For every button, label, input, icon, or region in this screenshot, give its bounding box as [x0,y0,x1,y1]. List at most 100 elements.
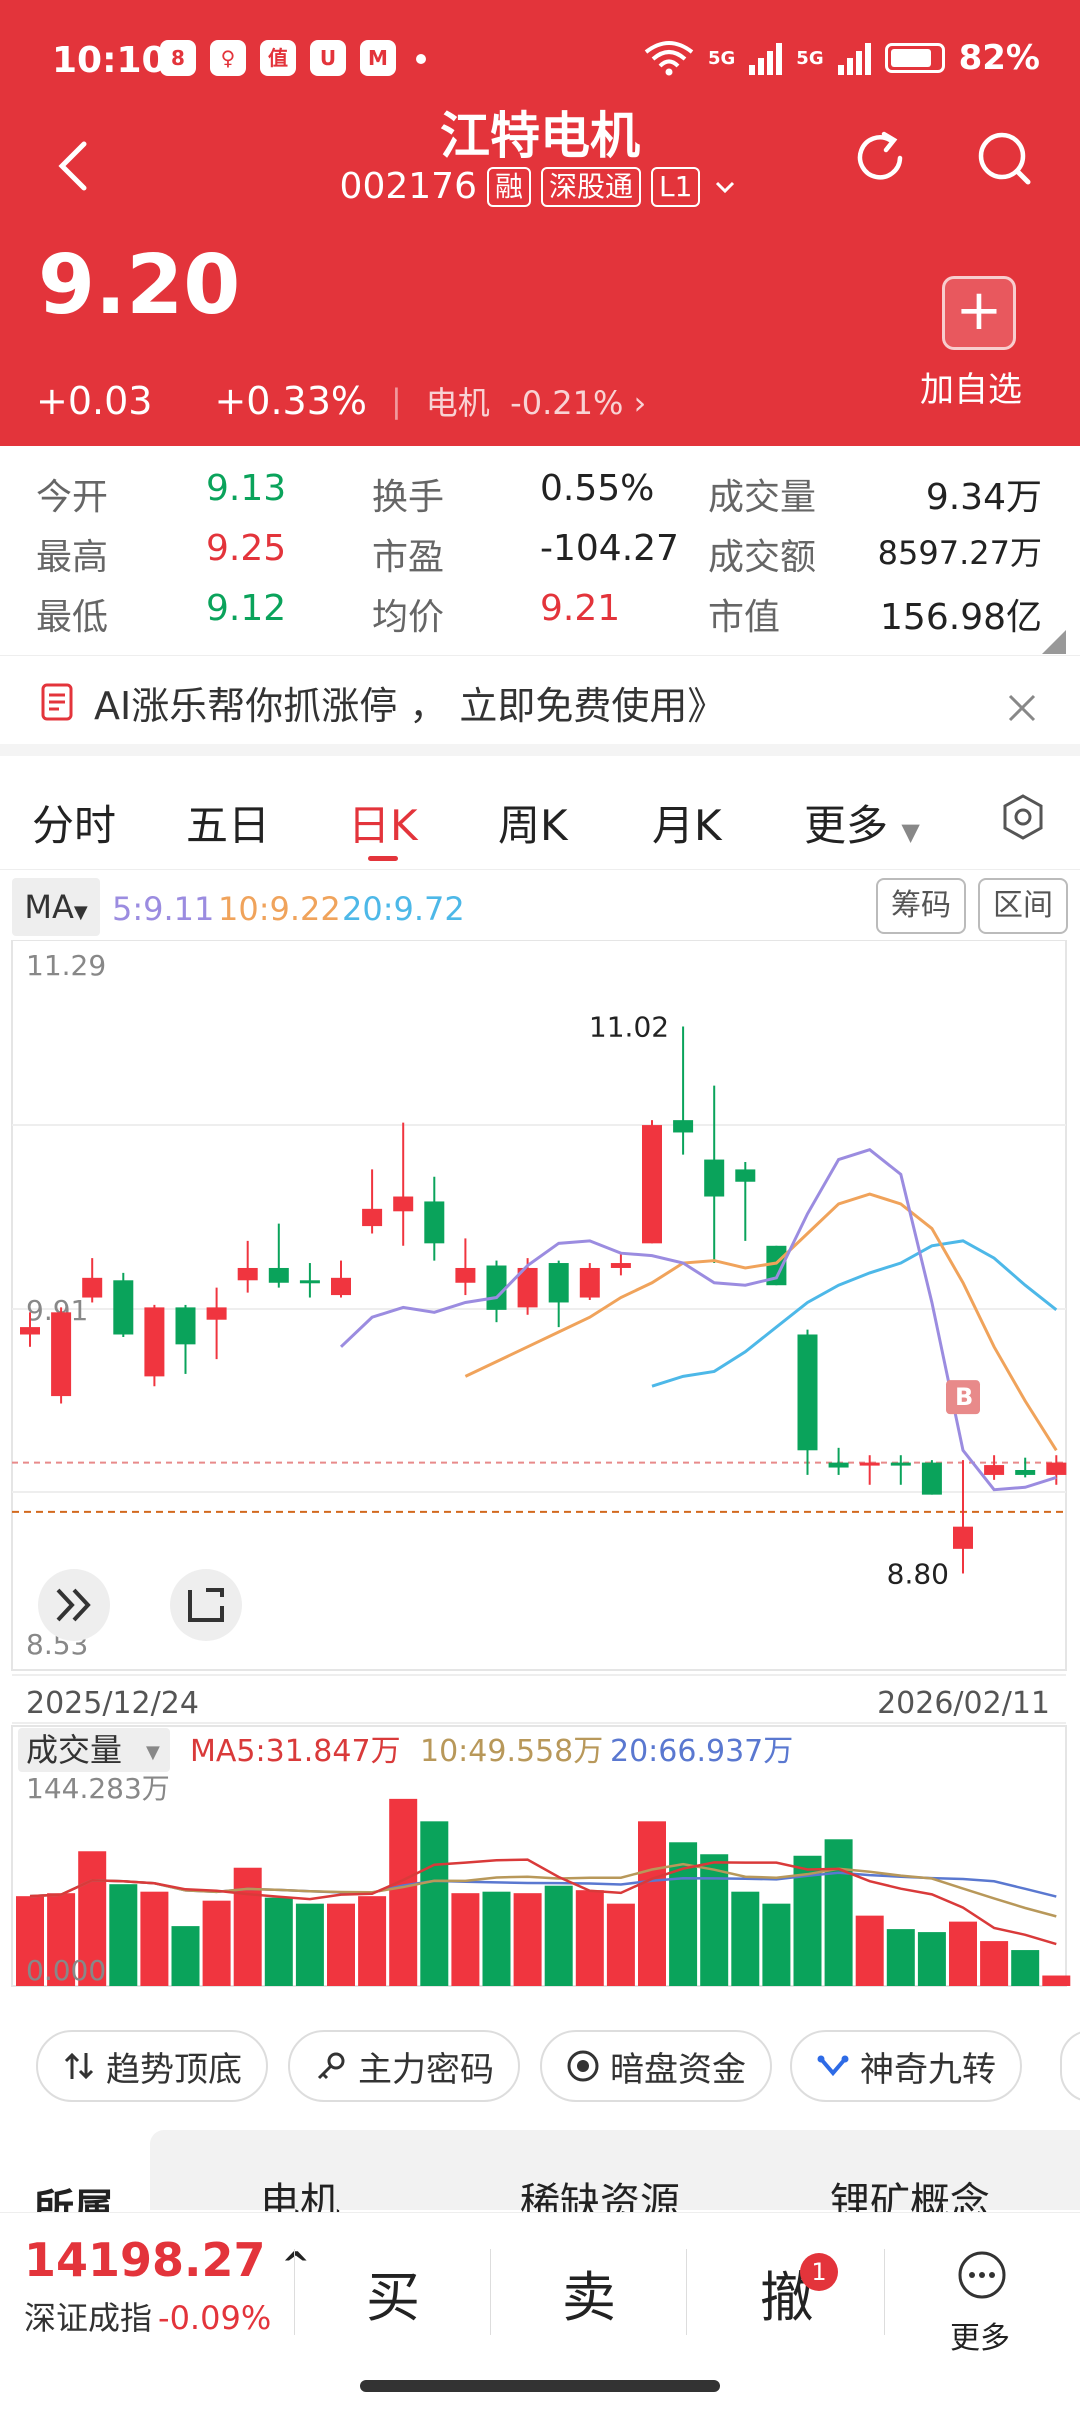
indicator-label: 主力密码 [358,2049,494,2090]
refresh-icon[interactable] [848,126,912,190]
expand-corner-icon[interactable] [1042,630,1066,654]
candle-body [984,1465,1005,1475]
close-icon[interactable] [1000,686,1044,730]
stock-code-row[interactable]: 002176 融 深股通 L1 [0,166,1080,207]
current-price: 9.20 [38,238,241,333]
candle-body [486,1265,507,1310]
low-value: 9.12 [206,588,287,629]
candle-body [610,1263,631,1268]
sell-button[interactable]: 卖 [562,2253,616,2332]
divider: | [391,382,402,420]
turnover-label: 换手 [372,477,445,518]
range-button[interactable]: 区间 [978,878,1068,934]
ai-promo-banner[interactable]: AI涨乐帮你抓涨停 ， 立即免费使用》 [0,660,1080,756]
more-indicators-button[interactable] [1060,2030,1080,2102]
fullscreen-button[interactable] [170,1569,242,1641]
app-icon: M [360,40,396,76]
tab-intraday[interactable]: 分时 [32,792,116,853]
volume-bar [606,1903,635,1986]
main-force-code-button[interactable]: 主力密码 [288,2030,520,2102]
ma20-line [651,1239,1058,1388]
settings-icon[interactable] [998,792,1048,842]
volume-bar [949,1921,977,1986]
dark-pool-button[interactable]: 暗盘资金 [540,2030,772,2102]
trend-top-bottom-button[interactable]: 趋势顶底 [36,2030,268,2102]
divider [490,2249,491,2335]
candle-body [331,1277,351,1296]
tab-more[interactable]: 更多 ▼ [804,792,920,853]
quote-table[interactable]: 今开 9.13 最高 9.25 最低 9.12 换手 0.55% 市盈 -104… [0,446,1080,656]
index-name: 深证成指 [24,2299,153,2337]
add-watchlist-button[interactable]: + [942,276,1016,350]
index-value-group[interactable]: 14198.27 ^ [24,2233,310,2287]
status-time: 10:10 [52,40,167,81]
max-price-label: 11.02 [589,1011,669,1044]
app-icon: U [310,40,346,76]
amount-value: 8597.27万 [877,534,1042,572]
more-icon[interactable] [956,2249,1008,2301]
vol-ma20-label: 20:66.937万 [610,1734,793,1769]
key-icon [317,2052,345,2080]
volume-bars [16,1798,1071,1986]
volume-bar [264,1897,293,1986]
document-icon [41,683,73,721]
ai-promo-text: AI涨乐帮你抓涨停 ， 立即免费使用》 [94,683,726,728]
candle-body [735,1169,756,1182]
price-change: +0.03 [36,379,153,423]
more-label[interactable]: 更多 [950,2313,1010,2357]
tab-five-day[interactable]: 五日 [186,792,270,853]
network-label: 5G [796,47,824,69]
volume-bar [855,1915,884,1986]
search-icon[interactable] [972,126,1036,190]
min-price-label: 8.80 [887,1557,949,1590]
volume-bar [575,1890,604,1986]
add-watchlist-label[interactable]: 加自选 [920,362,1022,411]
volume-label: 成交量 [708,477,817,518]
volume-bar [980,1941,1009,1986]
app-icon: 8 [160,40,196,76]
chip-button[interactable]: 筹码 [876,878,966,934]
expand-icon: ^ [281,2245,311,2285]
ma-legend: MA▼ 5:9.11 10:9.22 20:9.72 筹码 区间 [12,878,1080,938]
open-value: 9.13 [206,468,287,509]
ma5-line [339,1148,1057,1492]
ma-selector[interactable]: MA▼ [12,878,100,936]
divider [294,2249,295,2335]
tab-daily-k[interactable]: 日K [348,792,418,853]
high-value: 9.25 [206,528,287,569]
tab-monthly-k[interactable]: 月K [652,792,722,853]
amount-label: 成交额 [708,537,817,578]
volume-bar [762,1903,791,1986]
candle-body [144,1307,165,1377]
buy-button[interactable]: 买 [366,2253,420,2332]
bottom-action-bar: 14198.27 ^ 深证成指 -0.09% 买 卖 撤 1 更多 [0,2212,1080,2372]
tab-weekly-k[interactable]: 周K [498,792,568,853]
wifi-icon [644,41,694,76]
app-icon: ♀ [210,40,246,76]
signal-icon [749,41,783,75]
ma20-value: 20:9.72 [342,890,465,928]
buy-marker[interactable]: B [946,1380,980,1415]
volume-bar [513,1893,542,1986]
divider [686,2249,687,2335]
volume-bar [482,1891,511,1986]
candle-body [82,1277,103,1298]
sector-link[interactable]: 电机 -0.21% › [426,378,647,424]
avg-value: 9.21 [540,588,621,629]
network-label: 5G [707,47,736,69]
candle-body [268,1267,289,1283]
pe-label: 市盈 [372,537,445,578]
stock-header: 10:10 8 ♀ 值 U M 5G 5G 82% 江特电机 002176 融 … [0,0,1080,446]
index-name-row: 深证成指 -0.09% [24,2293,271,2339]
date-start-label: 2025/12/24 [26,1686,199,1721]
magic-nine-button[interactable]: 神奇九转 [790,2030,1022,2102]
index-value: 14198.27 [24,2233,266,2287]
volume-bar [638,1821,666,1986]
tab-more-label: 更多 [804,801,889,850]
y-axis-top-label: 11.29 [26,949,106,982]
ma5-value: 5:9.11 [112,890,215,928]
kline-chart[interactable]: 11.29 9.91 8.53 11.02 8.80 B 2025/12/24 … [0,940,1080,2010]
fast-forward-button[interactable] [38,1569,110,1641]
divider [884,2249,885,2335]
candle-body [642,1125,662,1244]
